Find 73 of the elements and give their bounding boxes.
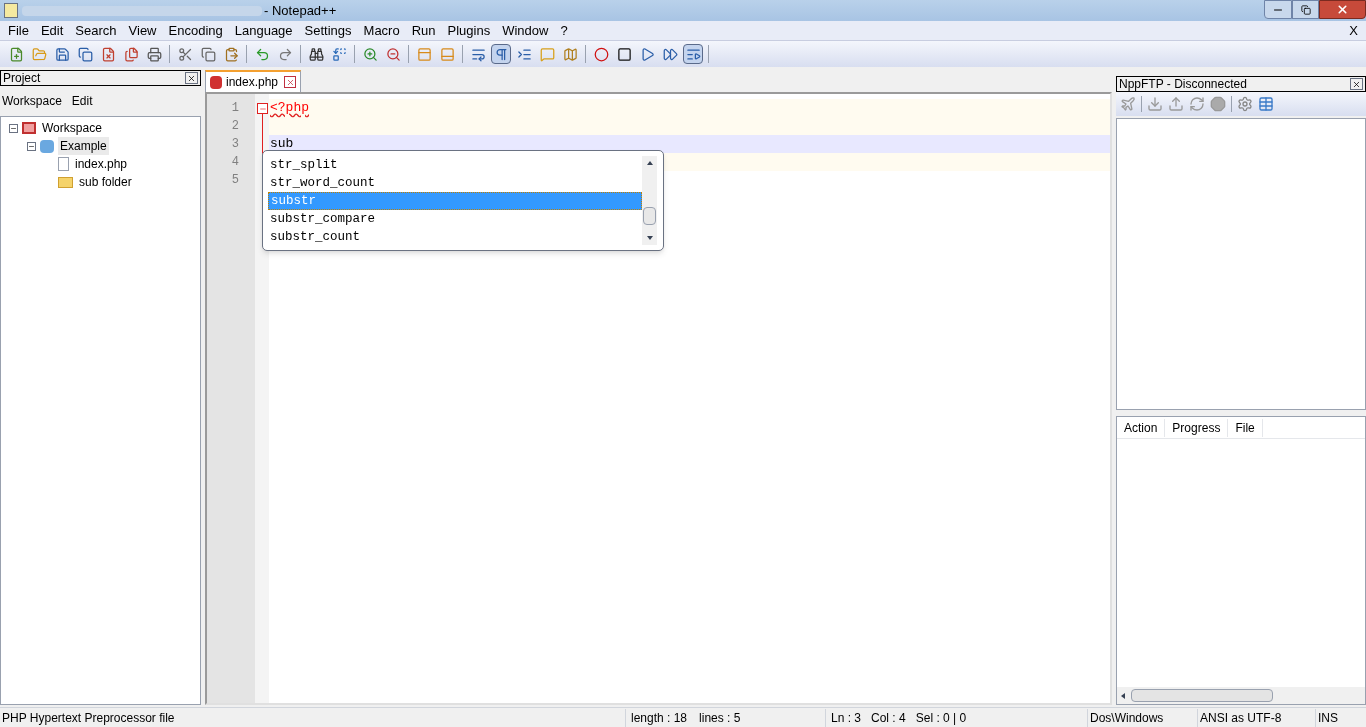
- close-panel-button[interactable]: [185, 72, 198, 84]
- close-document-button[interactable]: X: [1349, 20, 1358, 41]
- column-header[interactable]: Progress: [1165, 418, 1229, 437]
- tree-item[interactable]: Workspace: [40, 119, 104, 137]
- restore-icon: [1300, 4, 1311, 15]
- selection-status: Sel : 0 | 0: [915, 709, 967, 727]
- minimize-button[interactable]: [1264, 0, 1292, 19]
- pilcrow-icon[interactable]: [491, 44, 511, 64]
- line-number: 1: [230, 100, 240, 117]
- suggestion-item[interactable]: str_split: [268, 156, 642, 174]
- suggestion-item[interactable]: str_word_count: [268, 174, 642, 192]
- horizontal-scrollbar[interactable]: [1117, 687, 1365, 704]
- menu-item[interactable]: Edit: [34, 20, 70, 41]
- file-type: PHP Hypertext Preprocessor file: [1, 709, 176, 727]
- panel-menu-item[interactable]: Edit: [71, 92, 93, 110]
- close-icon: [1352, 79, 1361, 89]
- menu-item[interactable]: Macro: [357, 20, 406, 41]
- menu-item[interactable]: Settings: [298, 20, 358, 41]
- table-icon[interactable]: [1258, 96, 1274, 112]
- tree-item[interactable]: sub folder: [77, 173, 134, 191]
- playlist-icon[interactable]: [683, 44, 703, 64]
- panel-title: NppFTP - Disconnected: [1119, 76, 1247, 93]
- close-panel-button[interactable]: [1350, 78, 1363, 90]
- collapse-icon[interactable]: [9, 123, 18, 133]
- menu-item[interactable]: Encoding: [162, 20, 229, 41]
- line-number: 3: [230, 136, 240, 153]
- close-tab-icon[interactable]: [284, 76, 297, 88]
- tree-item[interactable]: Example: [58, 137, 109, 155]
- close-button[interactable]: [1319, 0, 1366, 19]
- notepad-icon: [4, 3, 18, 18]
- close-icon: [1336, 3, 1349, 16]
- lines-status: lines : 5: [699, 709, 741, 727]
- fold-marker-icon[interactable]: [257, 103, 268, 114]
- column-header[interactable]: File: [1228, 418, 1263, 437]
- mode-status: INS: [1315, 708, 1338, 727]
- download-icon[interactable]: [1147, 96, 1163, 112]
- file-tab[interactable]: index.php: [205, 70, 302, 92]
- tree-item[interactable]: index.php: [73, 155, 130, 173]
- folder-icon: [58, 176, 73, 188]
- menu-item[interactable]: Plugins: [441, 20, 497, 41]
- collapse-icon[interactable]: [27, 141, 36, 151]
- panel-menu-item[interactable]: Workspace: [2, 92, 62, 110]
- menu-item[interactable]: Window: [496, 20, 555, 41]
- length-status: length : 18: [631, 709, 688, 727]
- column-header[interactable]: Action: [1117, 418, 1166, 437]
- close-icon: [187, 73, 196, 83]
- file-icon: [58, 157, 69, 171]
- menu-item[interactable]: File: [2, 20, 35, 41]
- settings-icon[interactable]: [1237, 96, 1253, 112]
- upload-icon[interactable]: [1168, 96, 1184, 112]
- menu-item[interactable]: ?: [554, 20, 574, 41]
- menu-item[interactable]: Search: [69, 20, 123, 41]
- maximize-button[interactable]: [1292, 0, 1319, 19]
- line-number: 2: [230, 118, 240, 135]
- column-status: Col : 4: [871, 709, 906, 727]
- scrollbar[interactable]: [642, 156, 657, 245]
- menu-item[interactable]: View: [122, 20, 163, 41]
- eol-status: Dos\Windows: [1087, 708, 1197, 727]
- suggestion-item[interactable]: substr_compare: [268, 210, 642, 228]
- code-text: <?php: [270, 99, 309, 118]
- window-title: - Notepad++: [264, 1, 337, 20]
- menu-item[interactable]: Language: [228, 20, 299, 41]
- line-number: 4: [230, 154, 240, 171]
- code-text: sub: [270, 135, 294, 154]
- panel-title: Project: [3, 70, 41, 87]
- line-number: 5: [230, 172, 240, 189]
- line-status: Ln : 3: [831, 709, 862, 727]
- refresh-icon[interactable]: [1189, 96, 1205, 112]
- encoding-status: ANSI as UTF-8: [1197, 708, 1315, 727]
- workspace-icon: [22, 122, 36, 134]
- suggestion-item[interactable]: substr_count: [268, 228, 642, 246]
- file-icon: [210, 75, 222, 89]
- menu-item[interactable]: Run: [405, 20, 442, 41]
